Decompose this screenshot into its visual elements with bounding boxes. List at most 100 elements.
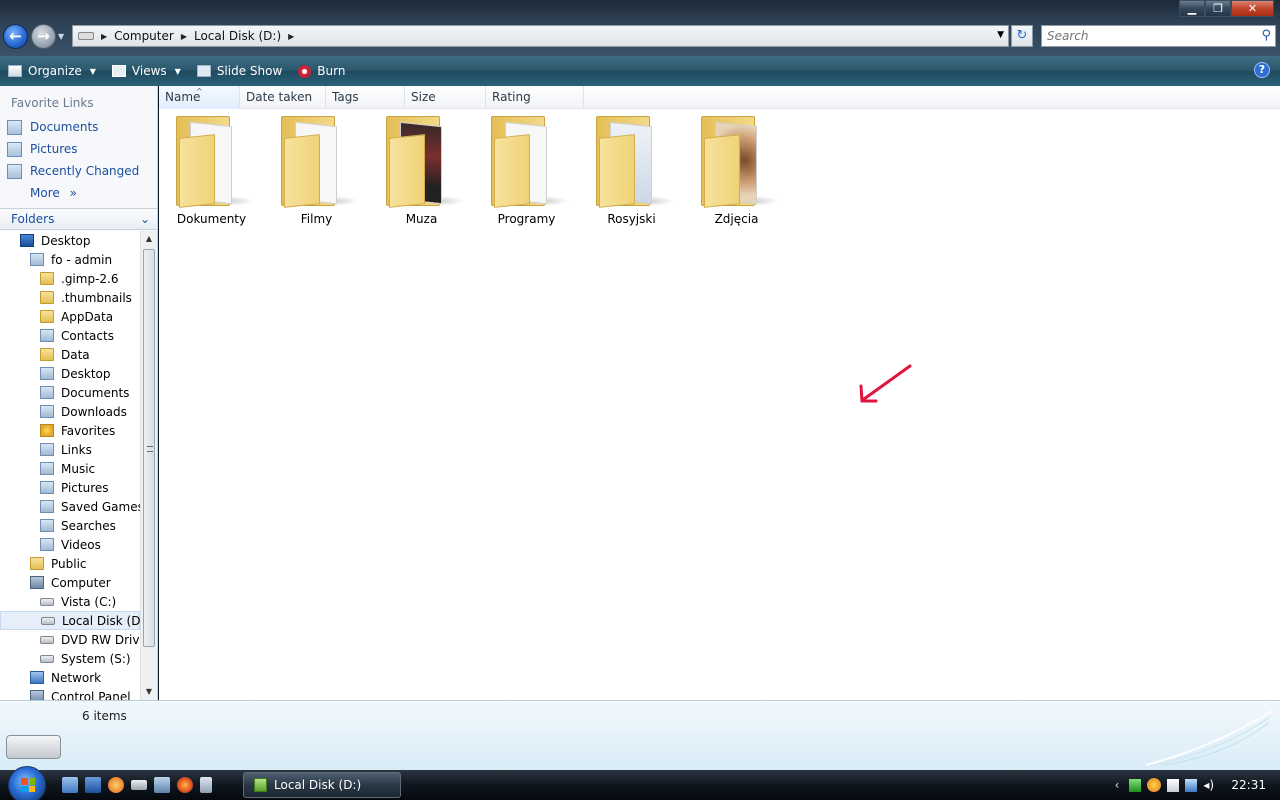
tree-item[interactable]: Data <box>0 345 140 364</box>
tree-item[interactable]: System (S:) <box>0 649 140 668</box>
tree-item-label: Links <box>61 442 92 457</box>
start-button[interactable] <box>8 766 46 800</box>
tree-item[interactable]: Pictures <box>0 478 140 497</box>
column-header-date-taken[interactable]: Date taken <box>240 86 326 109</box>
scroll-down-icon[interactable]: ▼ <box>141 684 157 700</box>
tree-item[interactable]: Computer <box>0 573 140 592</box>
breadcrumb-local-disk[interactable]: Local Disk (D:) <box>194 29 281 43</box>
tree-item[interactable]: Music <box>0 459 140 478</box>
refresh-button[interactable]: ↻ <box>1011 25 1033 47</box>
maximize-button[interactable]: ❐ <box>1205 0 1231 17</box>
tree-item[interactable]: Links <box>0 440 140 459</box>
folders-header[interactable]: Folders ⌄ <box>0 208 157 230</box>
tree-scrollbar[interactable]: ▲ ▼ <box>140 231 157 700</box>
breadcrumb-computer[interactable]: Computer <box>114 29 174 43</box>
tree-item[interactable]: Vista (C:) <box>0 592 140 611</box>
favorite-link-pictures[interactable]: Pictures <box>0 138 157 160</box>
minimize-button[interactable]: ▁ <box>1179 0 1205 17</box>
help-button[interactable]: ? <box>1254 62 1270 78</box>
tree-item[interactable]: .gimp-2.6 <box>0 269 140 288</box>
views-button[interactable]: Views ▼ <box>104 58 189 84</box>
column-header-tags[interactable]: Tags <box>326 86 405 109</box>
search-icon[interactable]: ⚲ <box>1261 28 1271 43</box>
tree-item[interactable]: Control Panel <box>0 687 140 700</box>
tree-item-label: Computer <box>51 575 111 590</box>
slideshow-button[interactable]: Slide Show <box>189 58 290 84</box>
tree-item[interactable]: Favorites <box>0 421 140 440</box>
tree-item-label: fo - admin <box>51 252 113 267</box>
tree-item[interactable]: Searches <box>0 516 140 535</box>
folder-tile[interactable]: Dokumenty <box>159 110 264 226</box>
sort-ascending-icon: ^ <box>196 87 203 96</box>
forward-button[interactable]: → <box>31 24 56 49</box>
folder-tile[interactable]: Zdjęcia <box>684 110 789 226</box>
favorite-link-documents[interactable]: Documents <box>0 116 157 138</box>
details-pane: 6 items <box>0 700 1280 770</box>
back-button[interactable]: ← <box>3 24 28 49</box>
computer-icon <box>30 576 44 589</box>
chevron-right-icon[interactable]: ▶ <box>288 32 294 41</box>
address-dropdown-icon[interactable]: ▼ <box>997 30 1004 40</box>
monitor-icon[interactable] <box>154 777 170 793</box>
tree-item[interactable]: Desktop <box>0 231 140 250</box>
tree-item[interactable]: fo - admin <box>0 250 140 269</box>
scroll-thumb[interactable] <box>143 249 155 647</box>
column-header-rating[interactable]: Rating <box>486 86 584 109</box>
more-links-button[interactable]: More » <box>0 182 157 204</box>
network-icon[interactable] <box>1185 778 1198 792</box>
switch-windows-icon[interactable] <box>85 777 101 793</box>
tray-expand-icon[interactable]: ‹ <box>1115 778 1120 792</box>
chevron-down-icon[interactable]: ⌄ <box>140 209 150 229</box>
tree-item[interactable]: .thumbnails <box>0 288 140 307</box>
clock[interactable]: 22:31 <box>1231 778 1266 792</box>
favorite-link-recently-changed[interactable]: Recently Changed <box>0 160 157 182</box>
tree-item[interactable]: Desktop <box>0 364 140 383</box>
search-box[interactable]: ⚲ <box>1041 25 1276 47</box>
update-icon[interactable] <box>1147 778 1162 792</box>
drive-shortcut-icon[interactable] <box>131 780 147 790</box>
tree-item[interactable]: DVD RW Drive <box>0 630 140 649</box>
folder-tile[interactable]: Filmy <box>264 110 369 226</box>
chevron-down-icon[interactable]: ▼ <box>175 67 181 76</box>
tree-item[interactable]: Network <box>0 668 140 687</box>
forward-arrow-icon: → <box>37 27 50 45</box>
scroll-up-icon[interactable]: ▲ <box>141 231 157 247</box>
taskbar: Local Disk (D:) ‹ ◂) 22:31 <box>0 766 1280 800</box>
folder-tile[interactable]: Programy <box>474 110 579 226</box>
volume-icon[interactable]: ◂) <box>1203 778 1217 792</box>
chevron-right-icon[interactable]: ▶ <box>181 32 187 41</box>
address-bar[interactable]: ▶ Computer ▶ Local Disk (D:) ▶ ▼ <box>72 25 1009 47</box>
burn-button[interactable]: Burn <box>290 58 353 84</box>
safely-remove-icon[interactable] <box>1167 778 1180 792</box>
tree-item-label: Searches <box>61 518 116 533</box>
folder-tile[interactable]: Muza <box>369 110 474 226</box>
column-header-name[interactable]: Name ^ <box>159 86 240 109</box>
command-toolbar: Organize ▼ Views ▼ Slide Show Burn ? <box>0 56 1280 86</box>
show-desktop-icon[interactable] <box>62 777 78 793</box>
tree-item[interactable]: Saved Games <box>0 497 140 516</box>
user-folder-icon <box>40 443 54 456</box>
tree-item[interactable]: Public <box>0 554 140 573</box>
close-button[interactable]: ✕ <box>1231 0 1274 17</box>
user-folder-icon <box>40 329 54 342</box>
taskbar-window-local-disk[interactable]: Local Disk (D:) <box>243 772 401 798</box>
folder-tile[interactable]: Rosyjski <box>579 110 684 226</box>
tree-item[interactable]: Contacts <box>0 326 140 345</box>
firefox-icon[interactable] <box>177 777 193 793</box>
tree-item[interactable]: Downloads <box>0 402 140 421</box>
battery-icon[interactable] <box>1129 778 1142 792</box>
chevron-right-icon[interactable]: ▶ <box>101 32 107 41</box>
tree-item[interactable]: AppData <box>0 307 140 326</box>
double-chevron-icon: » <box>69 186 77 200</box>
organize-button[interactable]: Organize ▼ <box>0 58 104 84</box>
recycle-bin-icon[interactable] <box>200 777 212 793</box>
tree-item-label: Pictures <box>61 480 109 495</box>
column-header-size[interactable]: Size <box>405 86 486 109</box>
recent-pages-dropdown[interactable]: ▼ <box>58 32 64 41</box>
tree-item[interactable]: Videos <box>0 535 140 554</box>
tree-item[interactable]: Documents <box>0 383 140 402</box>
tree-item[interactable]: Local Disk (D:) <box>0 611 140 630</box>
media-player-icon[interactable] <box>108 777 124 793</box>
column-label: Date taken <box>246 90 313 104</box>
search-input[interactable] <box>1042 26 1242 46</box>
